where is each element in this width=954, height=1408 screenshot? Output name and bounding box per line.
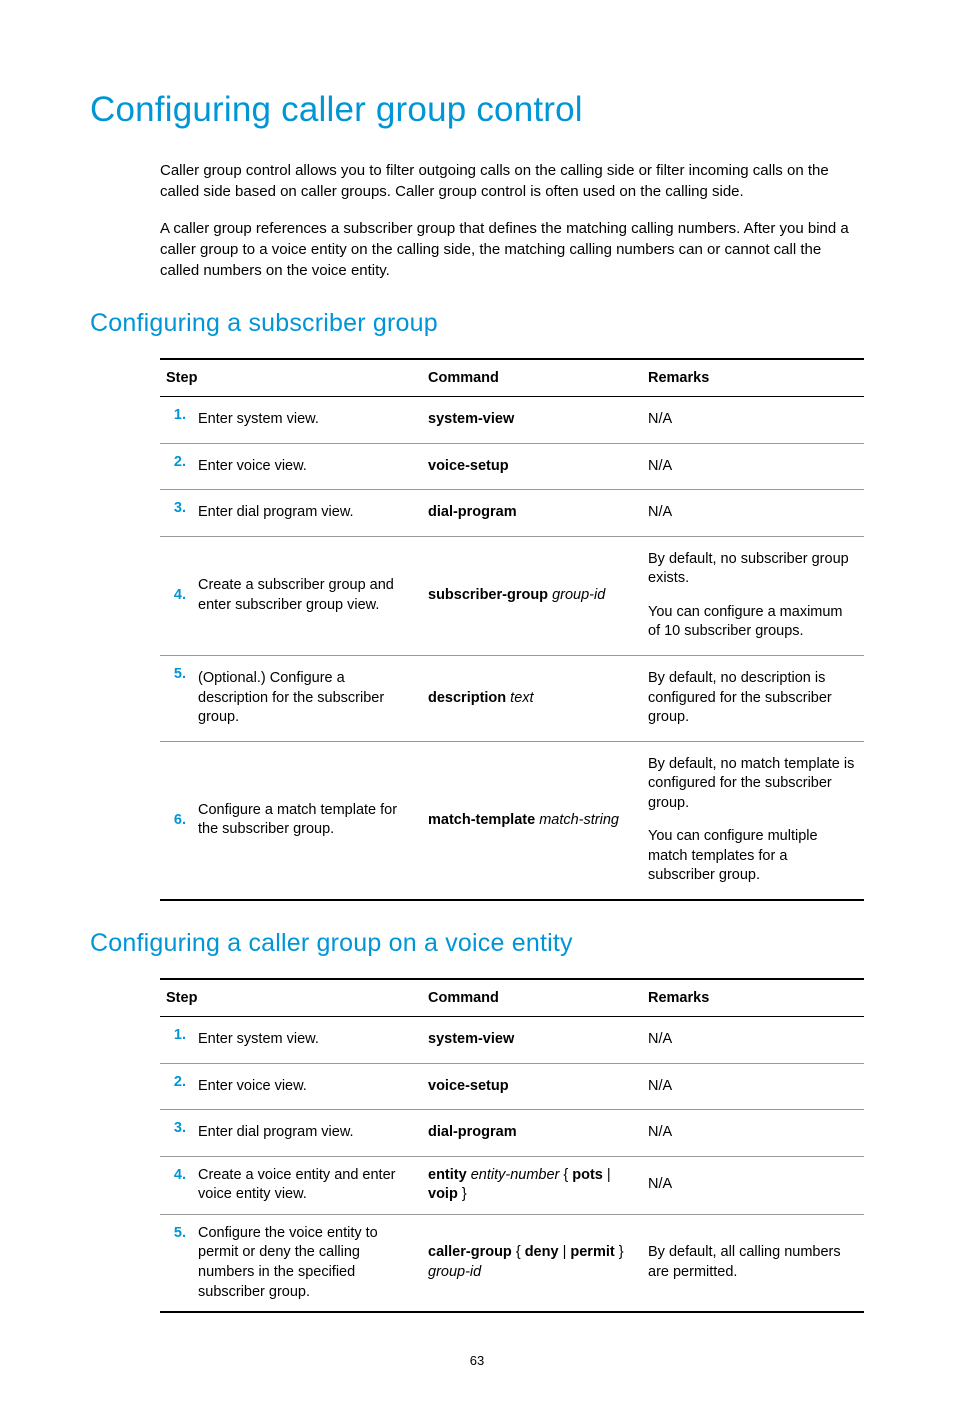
caller-group-table: Step Command Remarks 1.Enter system view… xyxy=(160,978,864,1313)
command-cell: system-view xyxy=(422,1017,642,1064)
step-description: Create a voice entity and enter voice en… xyxy=(192,1156,422,1214)
step-number[interactable]: 3. xyxy=(160,1110,192,1157)
step-description: Enter system view. xyxy=(192,1017,422,1064)
step-number[interactable]: 2. xyxy=(160,443,192,490)
command-cell: voice-setup xyxy=(422,1063,642,1110)
step-description: Configure the voice entity to permit or … xyxy=(192,1214,422,1312)
intro-paragraph-2: A caller group references a subscriber g… xyxy=(160,218,864,281)
remarks-cell: By default, no match template is configu… xyxy=(642,741,864,900)
step-number[interactable]: 2. xyxy=(160,1063,192,1110)
step-description: (Optional.) Configure a description for … xyxy=(192,655,422,741)
remarks-cell: N/A xyxy=(642,397,864,444)
step-number[interactable]: 1. xyxy=(160,1017,192,1064)
step-number[interactable]: 5. xyxy=(160,1214,192,1312)
step-description: Enter voice view. xyxy=(192,443,422,490)
step-number[interactable]: 1. xyxy=(160,397,192,444)
remarks-cell: By default, all calling numbers are perm… xyxy=(642,1214,864,1312)
th-remarks: Remarks xyxy=(642,359,864,397)
command-cell: description text xyxy=(422,655,642,741)
th-remarks: Remarks xyxy=(642,979,864,1017)
step-description: Enter dial program view. xyxy=(192,490,422,537)
remarks-cell: By default, no subscriber group exists.Y… xyxy=(642,536,864,655)
step-number[interactable]: 4. xyxy=(160,1156,192,1214)
step-description: Enter system view. xyxy=(192,397,422,444)
remarks-cell: N/A xyxy=(642,490,864,537)
command-cell: dial-program xyxy=(422,490,642,537)
command-cell: system-view xyxy=(422,397,642,444)
command-cell: voice-setup xyxy=(422,443,642,490)
step-number[interactable]: 3. xyxy=(160,490,192,537)
remarks-cell: N/A xyxy=(642,1156,864,1214)
step-description: Enter dial program view. xyxy=(192,1110,422,1157)
step-description: Enter voice view. xyxy=(192,1063,422,1110)
intro-paragraph-1: Caller group control allows you to filte… xyxy=(160,160,864,202)
command-cell: match-template match-string xyxy=(422,741,642,900)
section-1-title: Configuring a subscriber group xyxy=(90,309,864,338)
step-number[interactable]: 5. xyxy=(160,655,192,741)
remarks-cell: N/A xyxy=(642,1110,864,1157)
th-command: Command xyxy=(422,359,642,397)
command-cell: dial-program xyxy=(422,1110,642,1157)
th-command: Command xyxy=(422,979,642,1017)
remarks-cell: N/A xyxy=(642,1063,864,1110)
command-cell: caller-group { deny | permit } group-id xyxy=(422,1214,642,1312)
command-cell: entity entity-number { pots | voip } xyxy=(422,1156,642,1214)
subscriber-group-table: Step Command Remarks 1.Enter system view… xyxy=(160,358,864,901)
page-title: Configuring caller group control xyxy=(90,90,864,130)
th-step: Step xyxy=(160,979,422,1017)
page-number: 63 xyxy=(90,1353,864,1368)
command-cell: subscriber-group group-id xyxy=(422,536,642,655)
remarks-cell: By default, no description is configured… xyxy=(642,655,864,741)
th-step: Step xyxy=(160,359,422,397)
section-2-title: Configuring a caller group on a voice en… xyxy=(90,929,864,958)
remarks-cell: N/A xyxy=(642,443,864,490)
step-description: Create a subscriber group and enter subs… xyxy=(192,536,422,655)
remarks-cell: N/A xyxy=(642,1017,864,1064)
step-number[interactable]: 4. xyxy=(160,536,192,655)
step-description: Configure a match template for the subsc… xyxy=(192,741,422,900)
step-number[interactable]: 6. xyxy=(160,741,192,900)
